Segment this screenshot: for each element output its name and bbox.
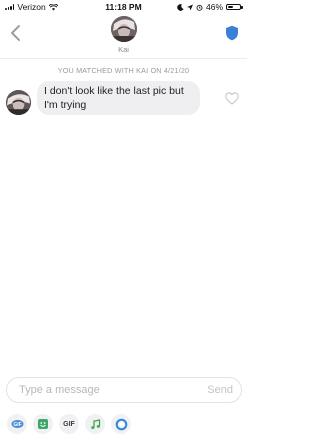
sticker-button[interactable]: GIF — [7, 414, 27, 434]
message-bubble[interactable]: I don't look like the last pic but I'm t… — [37, 81, 200, 115]
battery-fill — [228, 5, 233, 9]
svg-text:GIF: GIF — [13, 422, 21, 428]
chat-header: Kai — [0, 14, 247, 59]
alarm-icon — [196, 4, 203, 11]
gif-button[interactable]: GIF — [59, 414, 79, 434]
match-name[interactable]: Kai — [0, 45, 247, 54]
back-chevron-icon[interactable] — [9, 24, 23, 42]
status-bar: Verizon 11:18 PM 46% — [0, 0, 247, 14]
avatar-photo — [111, 16, 137, 42]
message-avatar[interactable] — [6, 90, 31, 115]
music-button[interactable] — [85, 414, 105, 434]
avatar-photo — [6, 90, 31, 115]
sticker-icon: GIF — [11, 420, 23, 428]
message-input[interactable]: Type a message Send — [6, 377, 242, 403]
match-date-text: YOU MATCHED WITH KAI ON 4/21/20 — [57, 66, 190, 75]
match-avatar[interactable] — [111, 16, 137, 42]
gif-icon: GIF — [63, 420, 75, 428]
safety-shield-icon[interactable] — [225, 25, 239, 41]
status-right: 46% — [177, 2, 243, 12]
battery-percent: 46% — [205, 2, 223, 12]
battery-icon — [226, 3, 243, 11]
loop-button[interactable] — [111, 414, 131, 434]
moon-icon — [177, 3, 184, 11]
message-input-placeholder: Type a message — [19, 384, 100, 396]
bitmoji-button[interactable] — [33, 414, 53, 434]
music-icon — [90, 418, 100, 429]
bitmoji-icon — [38, 419, 48, 429]
location-icon — [186, 4, 193, 10]
heart-icon[interactable] — [225, 92, 239, 105]
loop-icon — [115, 418, 127, 430]
send-button[interactable]: Send — [207, 384, 233, 396]
